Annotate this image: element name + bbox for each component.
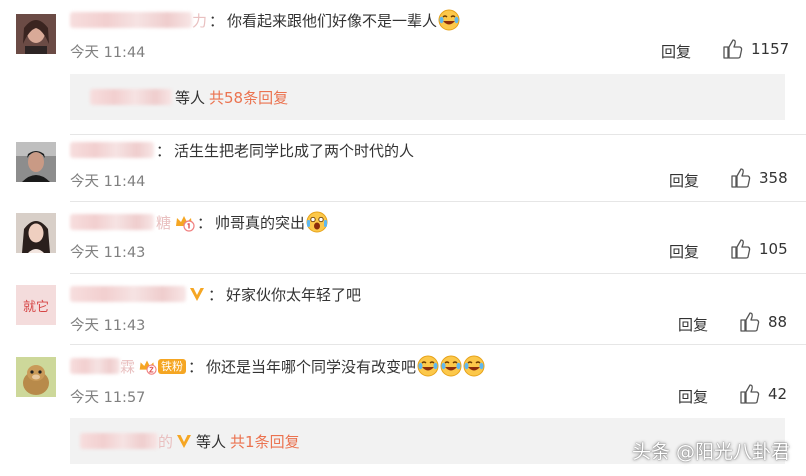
thumbs-up-icon: [731, 239, 751, 259]
username-suffix[interactable]: 力: [192, 10, 207, 31]
thumbs-up-icon: [731, 168, 751, 188]
like-button[interactable]: 88: [739, 311, 787, 333]
comment-time: 今天 11:43: [70, 245, 146, 261]
like-count: 105: [759, 240, 788, 258]
comment-line: ： 好家伙你太年轻了吧: [70, 282, 361, 306]
like-count: 358: [759, 169, 788, 187]
avatar[interactable]: [16, 14, 56, 54]
like-button[interactable]: 105: [730, 238, 788, 260]
laugh-cry-emoji-icon: [438, 9, 460, 31]
comment-text: 活生生把老同学比成了两个时代的人: [174, 141, 415, 160]
reply-others-label: 等人: [196, 432, 227, 451]
reply-username-blurred: [80, 433, 158, 449]
avatar[interactable]: [16, 213, 56, 253]
comment-line: ： 活生生把老同学比成了两个时代的人: [70, 138, 414, 162]
reply-others-label: 等人: [175, 88, 206, 107]
reply-button[interactable]: 回复: [661, 41, 691, 62]
like-count: 88: [768, 313, 788, 331]
separator: ：: [208, 285, 224, 304]
avatar[interactable]: [16, 142, 56, 182]
thumbs-up-icon: [723, 39, 743, 59]
separator: ：: [209, 11, 225, 30]
reply-button[interactable]: 回复: [678, 386, 708, 407]
username-blurred[interactable]: [70, 286, 186, 302]
username-blurred[interactable]: [70, 214, 154, 230]
v-verified-icon: [177, 435, 192, 448]
thumbs-up-icon: [740, 384, 760, 404]
like-button[interactable]: 42: [739, 383, 787, 405]
replies-summary[interactable]: 等人 共58条回复: [70, 74, 785, 120]
comment-text: 你看起来跟他们好像不是一辈人: [227, 11, 438, 30]
comment-time: 今天 11:57: [70, 390, 146, 406]
username-suffix[interactable]: 霖: [120, 356, 135, 377]
comment-text: 帅哥真的突出: [215, 213, 306, 232]
reply-count-link[interactable]: 共1条回复: [230, 431, 300, 452]
reply-button[interactable]: 回复: [678, 314, 708, 335]
reply-count-link[interactable]: 共58条回复: [209, 87, 288, 108]
thumbs-up-icon: [740, 312, 760, 332]
avatar[interactable]: 就它: [16, 285, 56, 325]
divider: [70, 201, 806, 202]
like-count: 1157: [751, 40, 790, 58]
svg-text:就它: 就它: [23, 299, 49, 315]
vip-crown-icon: [139, 360, 157, 375]
comment-time: 今天 11:43: [70, 318, 146, 334]
username-blurred[interactable]: [70, 12, 192, 28]
fan-badge: 铁粉: [158, 358, 187, 374]
username-blurred[interactable]: [70, 358, 120, 374]
divider: [70, 273, 806, 274]
comment-line: 糖 ： 帅哥真的突出: [70, 210, 328, 234]
laugh-cry-emoji-icon: [417, 355, 439, 377]
like-button[interactable]: 358: [730, 167, 788, 189]
laugh-cry-emoji-icon: [463, 355, 485, 377]
comment-time: 今天 11:44: [70, 174, 146, 190]
reply-name-suffix: 的: [158, 432, 174, 451]
reply-username-blurred: [90, 89, 172, 105]
comment-line: 力 ： 你看起来跟他们好像不是一辈人: [70, 8, 460, 32]
v-verified-icon: [190, 288, 204, 301]
separator: ：: [197, 213, 213, 232]
watermark: 头条 @阳光八卦君: [631, 441, 790, 463]
reply-button[interactable]: 回复: [669, 241, 699, 262]
vip-crown-icon: [176, 216, 195, 232]
avatar[interactable]: [16, 357, 56, 397]
reply-button[interactable]: 回复: [669, 170, 699, 191]
username-blurred[interactable]: [70, 142, 154, 158]
separator: ：: [188, 357, 204, 376]
username-suffix[interactable]: 糖: [156, 212, 171, 233]
laugh-cry-emoji-icon: [440, 355, 462, 377]
comment-text: 好家伙你太年轻了吧: [226, 285, 362, 304]
divider: [70, 344, 806, 345]
comment-line: 霖 铁粉 ： 你还是当年哪个同学没有改变吧: [70, 354, 485, 378]
comment-text: 你还是当年哪个同学没有改变吧: [206, 357, 417, 376]
like-button[interactable]: 1157: [722, 38, 789, 60]
comment-time: 今天 11:44: [70, 45, 146, 61]
separator: ：: [156, 141, 172, 160]
shocked-emoji-icon: [306, 211, 328, 233]
like-count: 42: [768, 385, 788, 403]
divider: [70, 134, 806, 135]
